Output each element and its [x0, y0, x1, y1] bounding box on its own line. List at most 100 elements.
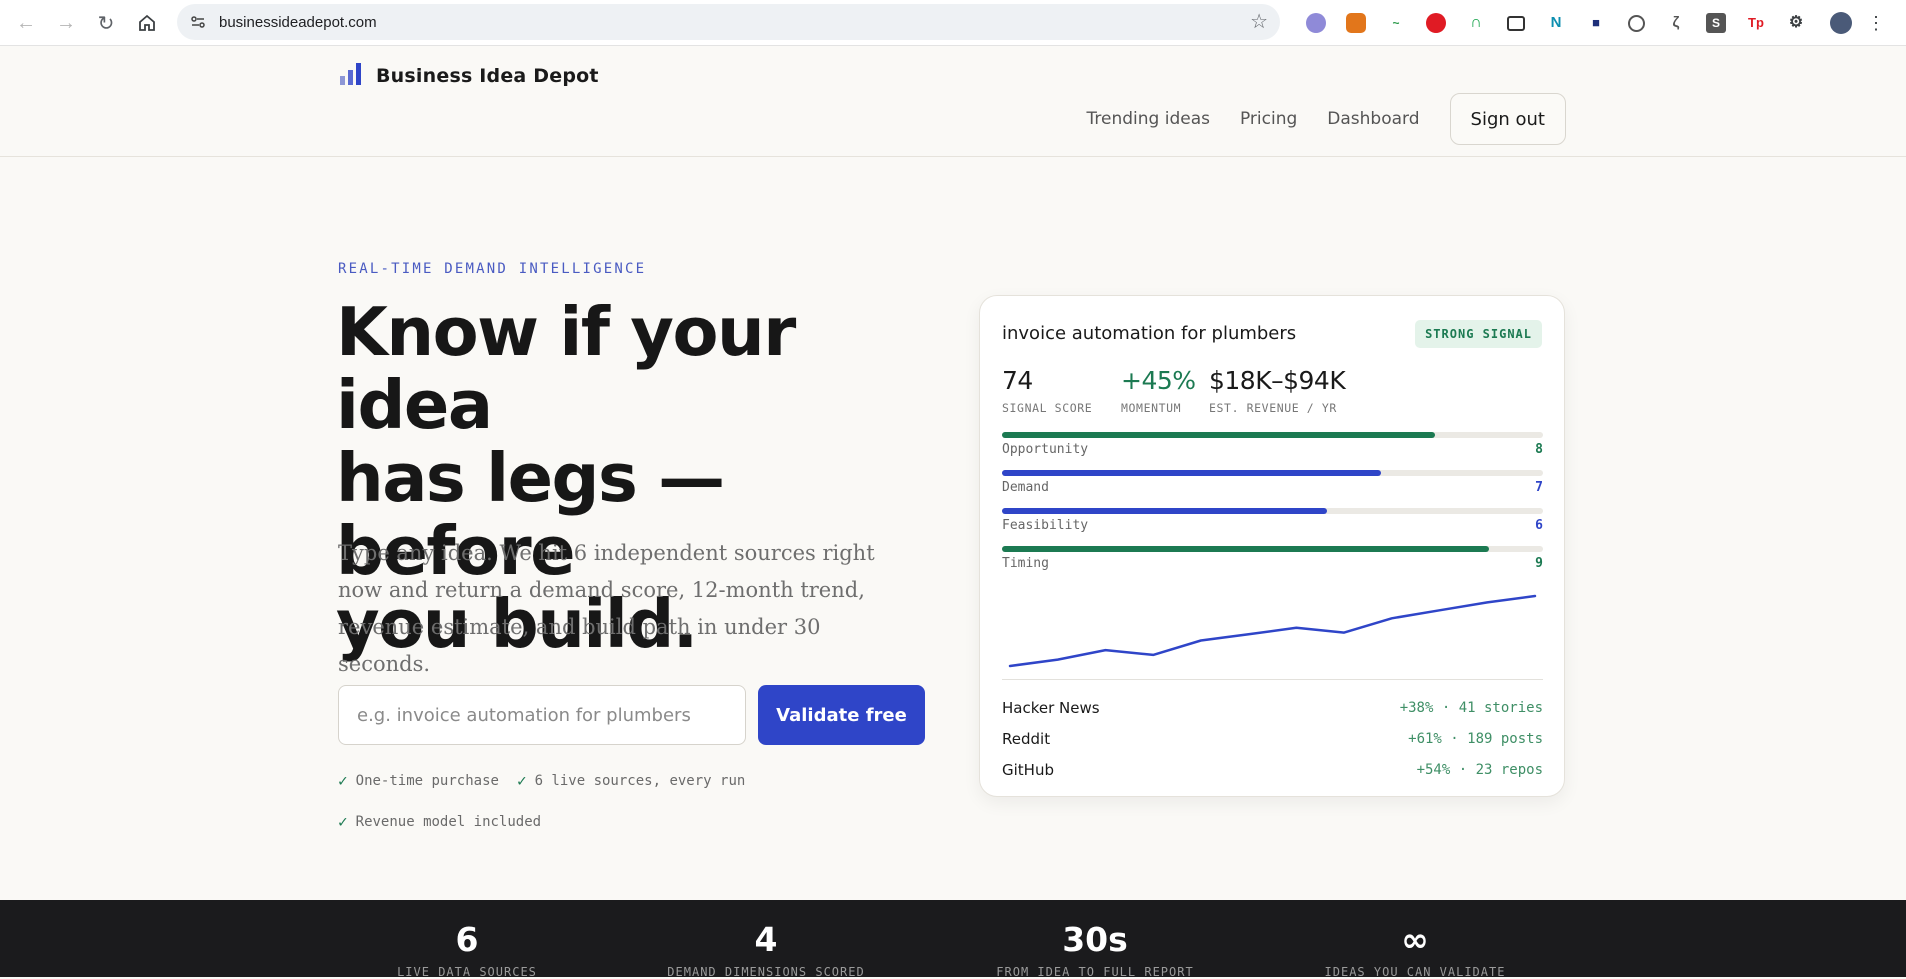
extension-icon[interactable]: N: [1536, 8, 1576, 38]
check-item: ✓ 6 live sources, every run: [517, 771, 745, 790]
checkmark-icon: ✓: [338, 812, 348, 831]
stats-strip: 6 LIVE DATA SOURCES 4 DEMAND DIMENSIONS …: [0, 900, 1906, 979]
browser-toolbar: ← → ↻ businessideadepot.com ☆ ~ ∩ N ■ ζ …: [0, 0, 1906, 46]
check-label: One-time purchase: [355, 772, 499, 789]
idea-input[interactable]: [338, 685, 746, 745]
check-label: Revenue model included: [355, 813, 542, 830]
sign-out-button[interactable]: Sign out: [1449, 93, 1566, 145]
dimension-row: Demand 7: [1002, 470, 1543, 508]
site-header: Business Idea Depot Trending ideas Prici…: [0, 47, 1906, 157]
dimension-row: Opportunity 8: [1002, 432, 1543, 470]
source-stat: +54% · 23 repos: [1416, 761, 1543, 778]
headline-line: Know if your idea: [336, 293, 796, 444]
metric-value: 74: [1002, 366, 1033, 395]
menu-icon[interactable]: ⋮: [1866, 8, 1886, 38]
source-row: Reddit +61% · 189 posts: [1002, 723, 1543, 754]
dimension-score: 8: [1535, 442, 1543, 457]
metric-label: MOMENTUM: [1121, 401, 1182, 415]
extension-icon[interactable]: ~: [1376, 8, 1416, 38]
dimension-bar-fill: [1002, 470, 1381, 476]
hero-subcopy: Type any idea. We hit 6 independent sour…: [338, 541, 875, 676]
dimension-bar-fill: [1002, 432, 1435, 438]
metric-value: $18K–$94K: [1209, 366, 1346, 395]
home-icon[interactable]: [127, 3, 167, 43]
dimension-label: Timing: [1002, 556, 1049, 571]
stat-number: 30s: [1062, 920, 1128, 959]
extensions-bar: ~ ∩ N ■ ζ S Tp ⚙ ⋮: [1296, 8, 1886, 38]
dimension-score: 9: [1535, 556, 1543, 571]
dimension-bars: Opportunity 8 Demand 7 Feasibility 6 Tim…: [1002, 432, 1543, 584]
extension-icon[interactable]: [1496, 8, 1536, 38]
feature-checks: ✓ One-time purchase ✓ 6 live sources, ever…: [338, 771, 838, 853]
stat-item: 4 DEMAND DIMENSIONS SCORED: [636, 920, 896, 979]
extension-icon[interactable]: S: [1696, 8, 1736, 38]
source-stat: +61% · 189 posts: [1408, 730, 1543, 747]
site-settings-icon[interactable]: [185, 9, 211, 35]
stat-item: ∞ IDEAS YOU CAN VALIDATE: [1285, 920, 1545, 979]
hero-eyebrow: REAL-TIME DEMAND INTELLIGENCE: [338, 261, 647, 277]
profile-avatar[interactable]: [1816, 8, 1866, 38]
nav-dashboard[interactable]: Dashboard: [1327, 109, 1419, 129]
back-icon[interactable]: ←: [6, 3, 46, 43]
dimension-label: Feasibility: [1002, 518, 1089, 533]
extension-icon[interactable]: ζ: [1656, 8, 1696, 38]
stat-item: 6 LIVE DATA SOURCES: [337, 920, 597, 979]
stat-number: 4: [754, 920, 778, 959]
source-stat: +38% · 41 stories: [1399, 699, 1543, 716]
stat-number: ∞: [1401, 920, 1429, 959]
check-item: ✓ Revenue model included: [338, 812, 541, 831]
checkmark-icon: ✓: [338, 771, 348, 790]
bar-chart-logo-icon: [338, 61, 364, 87]
puzzle-icon[interactable]: ⚙: [1776, 8, 1816, 38]
checkmark-icon: ✓: [516, 771, 527, 790]
metric-label: EST. REVENUE / YR: [1209, 401, 1337, 415]
reload-icon[interactable]: ↻: [86, 3, 126, 43]
top-nav: Trending ideas Pricing Dashboard Sign ou…: [1087, 93, 1566, 145]
dimension-row: Feasibility 6: [1002, 508, 1543, 546]
nav-pricing[interactable]: Pricing: [1240, 109, 1297, 129]
dimension-label: Demand: [1002, 480, 1049, 495]
metric-momentum: +45% MOMENTUM: [1121, 366, 1196, 415]
extension-icon[interactable]: [1616, 8, 1656, 38]
check-label: 6 live sources, every run: [534, 772, 746, 789]
opera-icon[interactable]: [1416, 8, 1456, 38]
extension-icon[interactable]: Tp: [1736, 8, 1776, 38]
bookmark-star-icon[interactable]: ☆: [1250, 9, 1268, 34]
trend-sparkline: [1008, 594, 1537, 668]
check-item: ✓ One-time purchase: [338, 771, 499, 790]
metric-value: +45%: [1121, 366, 1196, 395]
address-bar[interactable]: businessideadepot.com ☆: [177, 4, 1280, 40]
source-name: GitHub: [1002, 760, 1054, 779]
source-list: Hacker News +38% · 41 stories Reddit +61…: [1002, 692, 1543, 785]
stat-item: 30s FROM IDEA TO FULL REPORT: [965, 920, 1225, 979]
metric-label: SIGNAL SCORE: [1002, 401, 1093, 415]
card-idea-title: invoice automation for plumbers: [1002, 323, 1297, 344]
forward-icon[interactable]: →: [46, 3, 86, 43]
dimension-bar-fill: [1002, 546, 1489, 552]
dimension-label: Opportunity: [1002, 442, 1089, 457]
dimension-bar-fill: [1002, 508, 1327, 514]
trend-line: [1008, 594, 1537, 668]
source-row: Hacker News +38% · 41 stories: [1002, 692, 1543, 723]
dimension-row: Timing 9: [1002, 546, 1543, 584]
validate-free-button[interactable]: Validate free: [758, 685, 925, 745]
divider: [1002, 679, 1543, 680]
brand-name: Business Idea Depot: [376, 65, 599, 87]
source-row: GitHub +54% · 23 repos: [1002, 754, 1543, 785]
metric-est-revenue: $18K–$94K EST. REVENUE / YR: [1209, 366, 1346, 415]
extension-icon[interactable]: ∩: [1456, 8, 1496, 38]
nav-trending-ideas[interactable]: Trending ideas: [1087, 109, 1210, 129]
dimension-score: 6: [1535, 518, 1543, 533]
extension-icon[interactable]: [1296, 8, 1336, 38]
stat-number: 6: [455, 920, 479, 959]
extension-icon[interactable]: ■: [1576, 8, 1616, 38]
sample-report-card: invoice automation for plumbers STRONG S…: [979, 295, 1565, 797]
source-name: Hacker News: [1002, 698, 1100, 717]
signal-badge: STRONG SIGNAL: [1415, 320, 1542, 348]
metamask-icon[interactable]: [1336, 8, 1376, 38]
dimension-score: 7: [1535, 480, 1543, 495]
metric-signal-score: 74 SIGNAL SCORE: [1002, 366, 1092, 415]
url-text: businessideadepot.com: [219, 13, 377, 31]
brand[interactable]: Business Idea Depot: [338, 61, 599, 87]
source-name: Reddit: [1002, 729, 1051, 748]
